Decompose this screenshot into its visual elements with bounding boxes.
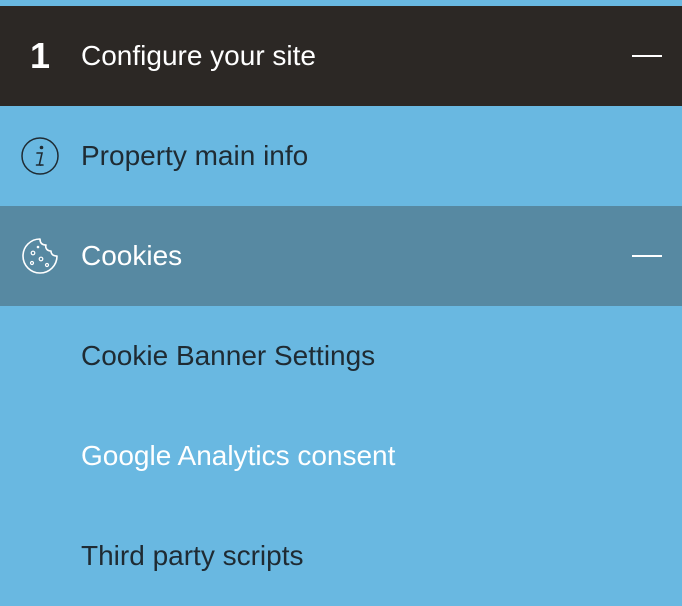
collapse-minus-icon[interactable] [632,255,662,257]
menu-item-label: Property main info [81,140,309,171]
info-icon [21,137,59,175]
submenu-item-label: Third party scripts [81,540,304,571]
submenu-item-google-analytics-consent[interactable]: Google Analytics consent [0,406,682,506]
submenu-item-label: Cookie Banner Settings [81,340,376,371]
submenu-item-label: Google Analytics consent [81,440,396,471]
submenu-item-third-party-scripts[interactable]: Third party scripts [0,506,682,606]
menu-item-label: Cookies [81,240,183,271]
menu-item-cookies[interactable]: Cookies [0,206,682,306]
step-number: 1 [30,35,51,76]
menu-item-property-main-info[interactable]: Property main info [0,106,682,206]
submenu-item-cookie-banner-settings[interactable]: Cookie Banner Settings [0,306,682,406]
cookie-icon [22,238,58,274]
step-header-configure-site[interactable]: 1 Configure your site [0,6,682,106]
configuration-sidebar: 1 Configure your site Property main info… [0,0,682,606]
collapse-minus-icon[interactable] [632,55,662,57]
step-title: Configure your site [81,40,317,71]
